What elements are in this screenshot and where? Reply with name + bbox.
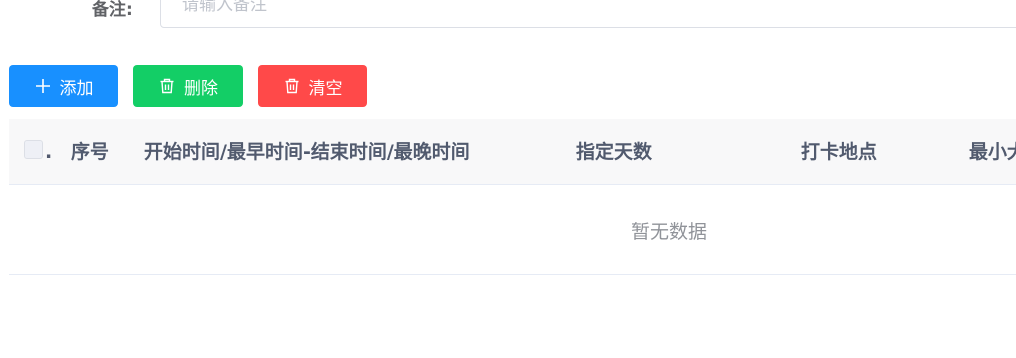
remark-form-row: 备注: <box>0 0 1016 30</box>
trash-icon <box>283 77 301 95</box>
column-header-time-range: 开始时间/最早时间-结束时间/最晚时间 <box>144 141 470 163</box>
plus-icon <box>34 77 52 95</box>
column-header-seq: 序号 <box>71 141 110 163</box>
add-button[interactable]: 添加 <box>9 65 118 107</box>
remark-label: 备注: <box>92 0 133 20</box>
schedule-table: . 序号 开始时间/最早时间-结束时间/最晚时间 指定天数 打卡地点 最小犬 暂… <box>9 119 1016 275</box>
clear-button[interactable]: 清空 <box>258 65 367 107</box>
table-header: . 序号 开始时间/最早时间-结束时间/最晚时间 指定天数 打卡地点 最小犬 <box>9 119 1016 185</box>
table-body: 暂无数据 <box>9 185 1016 275</box>
delete-button-label: 删除 <box>184 78 218 99</box>
column-header-location: 打卡地点 <box>801 141 878 163</box>
trash-icon <box>158 77 176 95</box>
column-header-days: 指定天数 <box>576 141 653 163</box>
add-button-label: 添加 <box>59 78 94 99</box>
column-header-min: 最小犬 <box>969 141 1016 163</box>
clear-button-label: 清空 <box>308 78 343 99</box>
empty-state-text: 暂无数据 <box>630 221 707 243</box>
delete-button[interactable]: 删除 <box>133 65 243 107</box>
column-header-index-dot: . <box>45 141 53 163</box>
remark-input[interactable] <box>160 0 1016 28</box>
select-all-checkbox[interactable] <box>24 140 43 159</box>
